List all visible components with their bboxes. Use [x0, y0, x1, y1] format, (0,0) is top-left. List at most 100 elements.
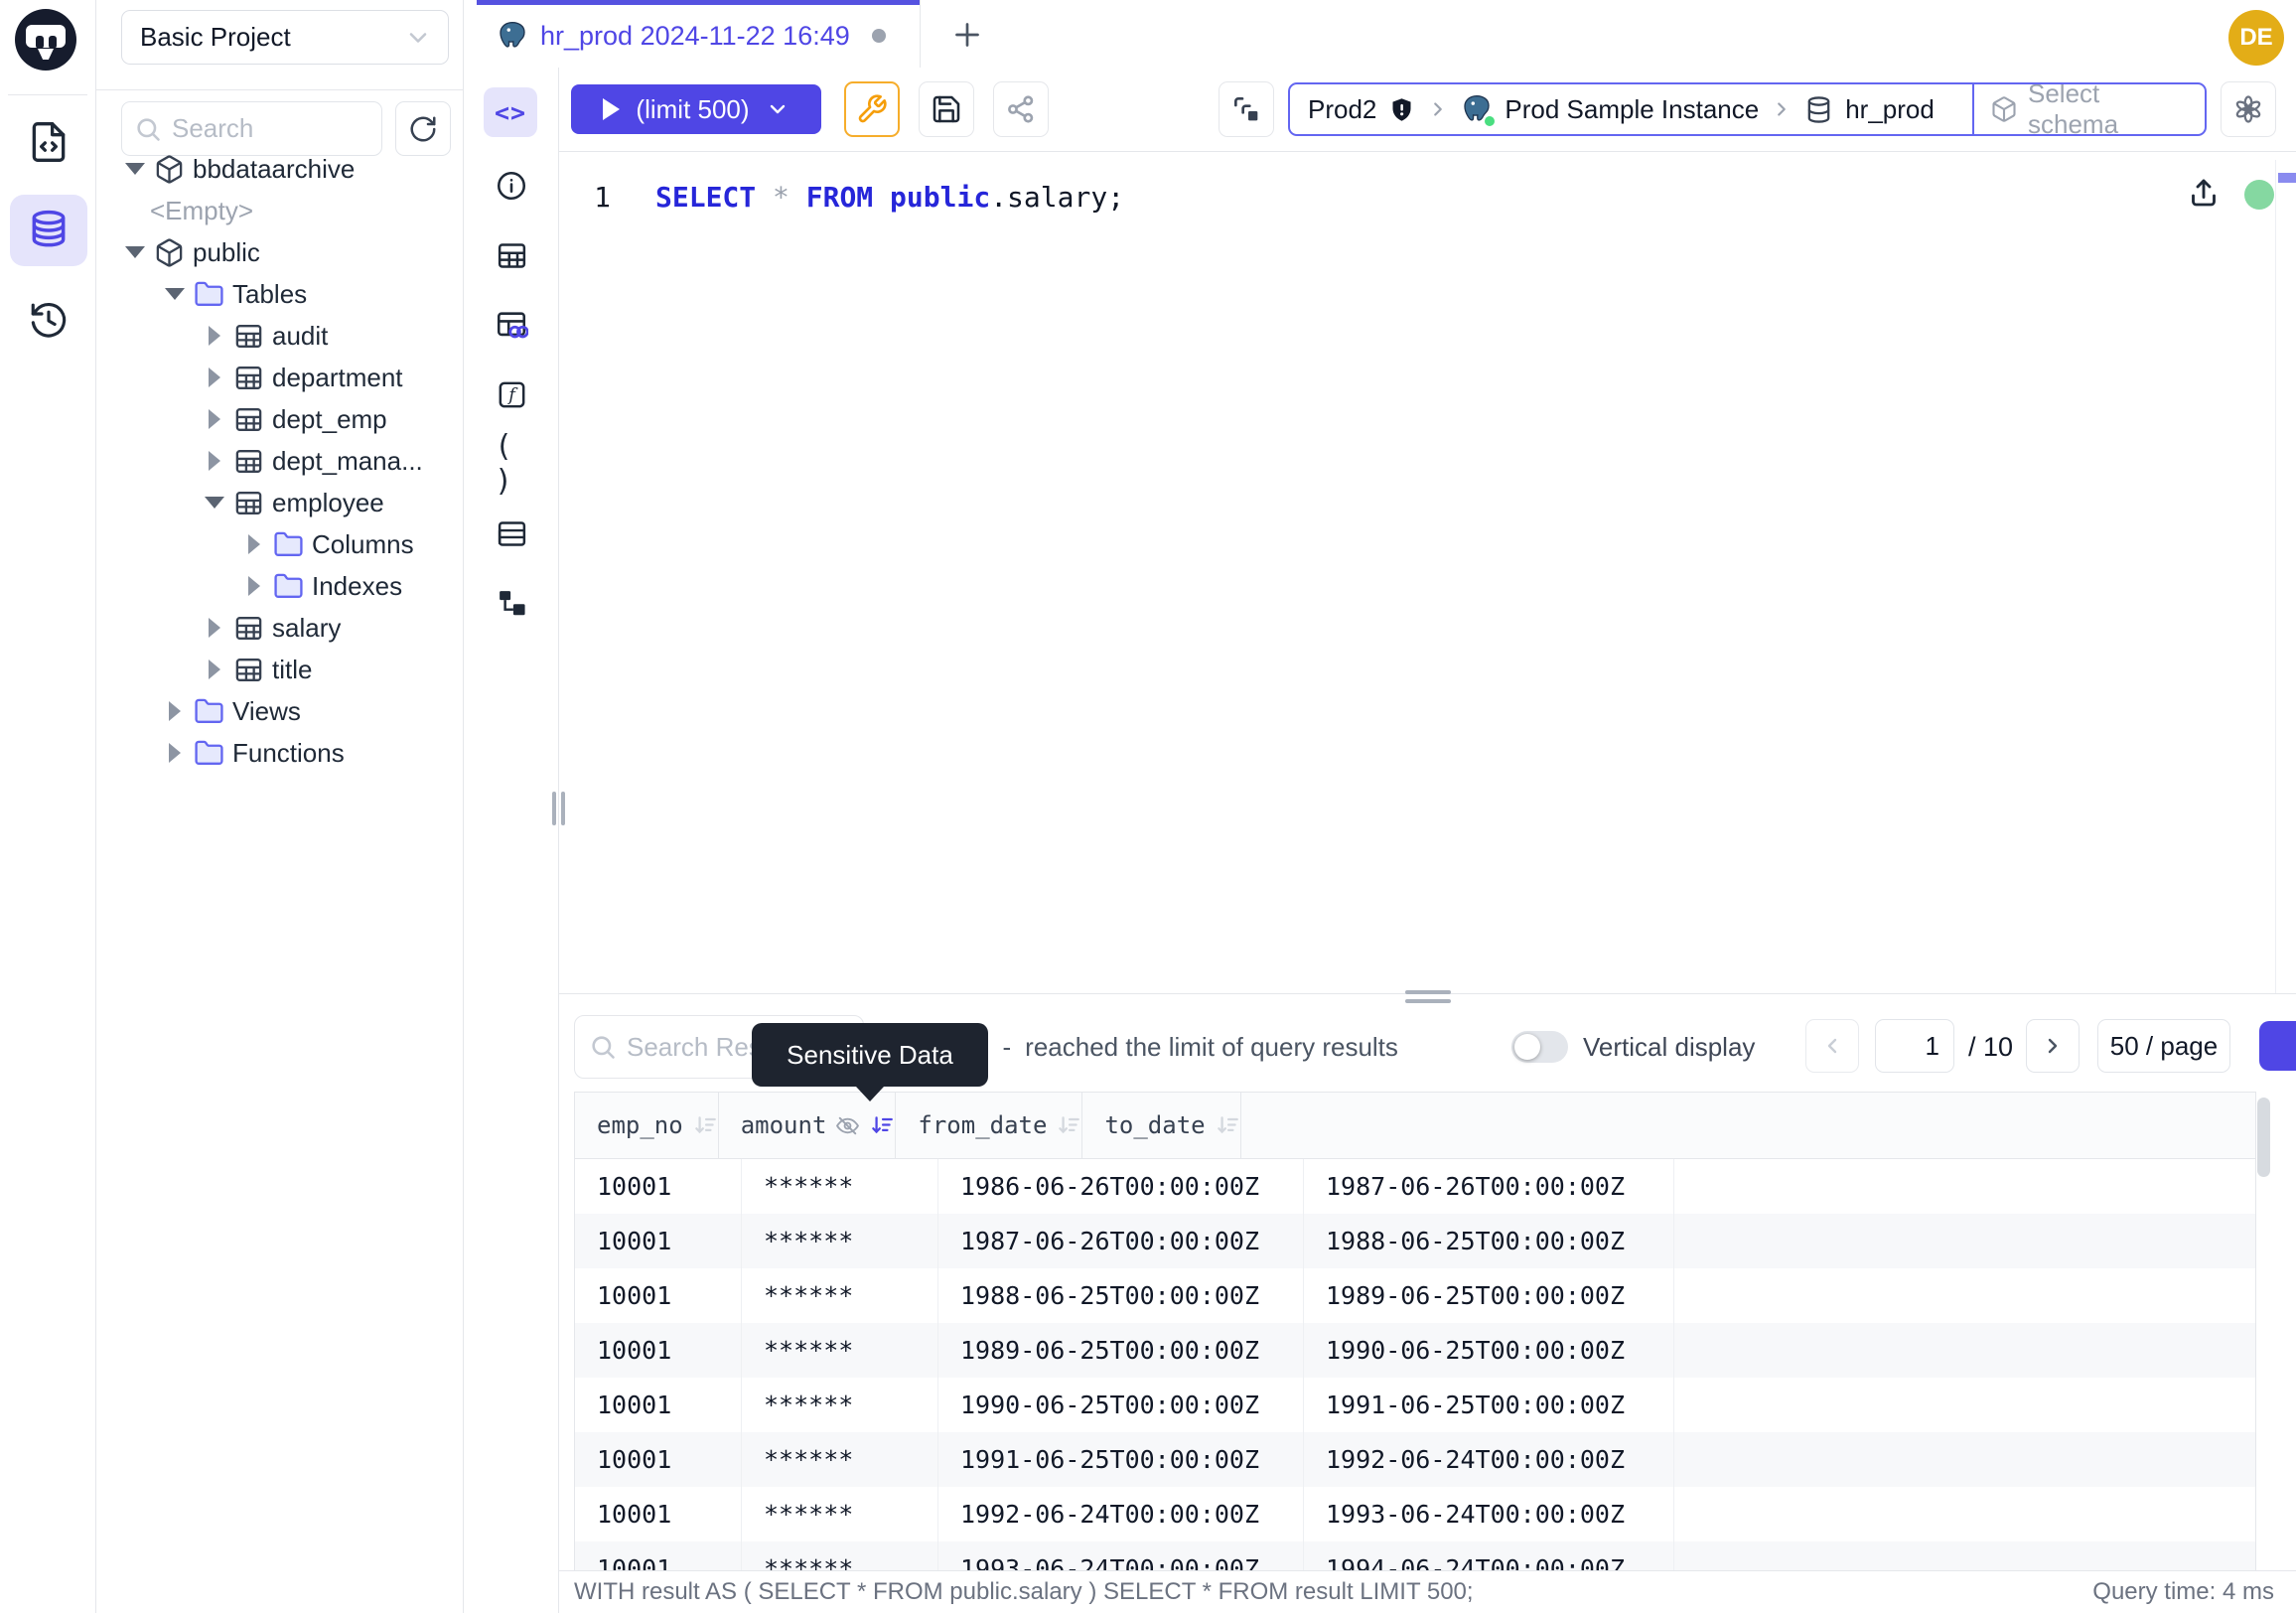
- results-scrollbar-thumb[interactable]: [2257, 1098, 2270, 1177]
- caret-right-icon[interactable]: [200, 363, 229, 392]
- cell-to-date[interactable]: 1989-06-25T00:00:00Z: [1304, 1268, 1674, 1323]
- cell-emp-no[interactable]: 10001: [575, 1378, 742, 1432]
- rail-item-history[interactable]: [10, 285, 87, 357]
- user-avatar[interactable]: DE: [2228, 10, 2284, 66]
- export-sheet-button[interactable]: [2185, 174, 2223, 212]
- tree-item[interactable]: department: [96, 357, 463, 398]
- prev-page-button[interactable]: [1805, 1019, 1859, 1073]
- sidebar-search-input[interactable]: [172, 113, 360, 144]
- tree-item[interactable]: salary: [96, 607, 463, 649]
- cell-amount-masked[interactable]: ******: [742, 1323, 938, 1378]
- cell-amount-masked[interactable]: ******: [742, 1159, 938, 1214]
- caret-down-icon[interactable]: [120, 237, 150, 267]
- ai-assistant-button[interactable]: [2221, 81, 2276, 137]
- cell-from-date[interactable]: 1988-06-25T00:00:00Z: [938, 1268, 1304, 1323]
- table-row[interactable]: 10001 ****** 1992-06-24T00:00:00Z 1993-0…: [575, 1487, 2255, 1541]
- project-select[interactable]: Basic Project: [121, 10, 449, 65]
- column-header[interactable]: from_date: [896, 1093, 1082, 1158]
- export-results-button[interactable]: [2259, 1021, 2296, 1071]
- cell-to-date[interactable]: 1990-06-25T00:00:00Z: [1304, 1323, 1674, 1378]
- data-search-icon[interactable]: [495, 308, 528, 342]
- cell-amount-masked[interactable]: ******: [742, 1487, 938, 1541]
- tree-item[interactable]: dept_mana...: [96, 440, 463, 482]
- sort-icon[interactable]: [1215, 1112, 1240, 1138]
- cell-amount-masked[interactable]: ******: [742, 1268, 938, 1323]
- connection-breadcrumb[interactable]: Prod2 Prod Sample Instance: [1288, 82, 2207, 136]
- caret-right-icon[interactable]: [239, 571, 269, 601]
- parentheses-icon[interactable]: ( ): [495, 447, 528, 481]
- caret-right-icon[interactable]: [200, 321, 229, 351]
- function-icon[interactable]: f: [495, 377, 528, 411]
- caret-right-icon[interactable]: [200, 655, 229, 684]
- info-icon[interactable]: [495, 169, 528, 203]
- table-row[interactable]: 10001 ****** 1990-06-25T00:00:00Z 1991-0…: [575, 1378, 2255, 1432]
- save-button[interactable]: [919, 81, 974, 137]
- tree-item[interactable]: dept_emp: [96, 398, 463, 440]
- sql-editor[interactable]: 1 SELECT * FROM public.salary;: [559, 152, 2296, 994]
- table-row[interactable]: 10001 ****** 1986-06-26T00:00:00Z 1987-0…: [575, 1159, 2255, 1214]
- next-page-button[interactable]: [2026, 1019, 2080, 1073]
- cell-from-date[interactable]: 1991-06-25T00:00:00Z: [938, 1432, 1304, 1487]
- tree-item[interactable]: title: [96, 649, 463, 690]
- code-view-button[interactable]: <>: [484, 87, 537, 137]
- column-header[interactable]: emp_no: [575, 1093, 719, 1158]
- tree-item[interactable]: employee: [96, 482, 463, 523]
- cell-emp-no[interactable]: 10001: [575, 1323, 742, 1378]
- cell-from-date[interactable]: 1993-06-24T00:00:00Z: [938, 1541, 1304, 1570]
- table-grid-icon[interactable]: [495, 516, 528, 550]
- cell-emp-no[interactable]: 10001: [575, 1432, 742, 1487]
- caret-right-icon[interactable]: [200, 446, 229, 476]
- caret-down-icon[interactable]: [120, 154, 150, 184]
- cell-amount-masked[interactable]: ******: [742, 1378, 938, 1432]
- cell-from-date[interactable]: 1989-06-25T00:00:00Z: [938, 1323, 1304, 1378]
- table-row[interactable]: 10001 ****** 1989-06-25T00:00:00Z 1990-0…: [575, 1323, 2255, 1378]
- caret-right-icon[interactable]: [200, 404, 229, 434]
- cell-emp-no[interactable]: 10001: [575, 1159, 742, 1214]
- er-diagram-icon[interactable]: [495, 586, 528, 620]
- caret-down-icon[interactable]: [160, 279, 190, 309]
- tree-item[interactable]: Indexes: [96, 565, 463, 607]
- tree-item[interactable]: audit: [96, 315, 463, 357]
- cell-to-date[interactable]: 1992-06-24T00:00:00Z: [1304, 1432, 1674, 1487]
- cell-emp-no[interactable]: 10001: [575, 1541, 742, 1570]
- connection-context[interactable]: Prod2 Prod Sample Instance: [1290, 84, 1972, 134]
- caret-right-icon[interactable]: [160, 696, 190, 726]
- format-sql-button[interactable]: [844, 81, 900, 137]
- column-header[interactable]: to_date: [1082, 1093, 1240, 1158]
- run-query-button[interactable]: (limit 500): [571, 84, 821, 134]
- panel-resize-handle[interactable]: [559, 985, 2296, 1007]
- tree-item[interactable]: <Empty>: [96, 190, 463, 231]
- page-size-select[interactable]: 50 / page: [2097, 1019, 2230, 1073]
- cell-amount-masked[interactable]: ******: [742, 1541, 938, 1570]
- cell-from-date[interactable]: 1986-06-26T00:00:00Z: [938, 1159, 1304, 1214]
- tree-item[interactable]: Tables: [96, 273, 463, 315]
- column-header[interactable]: amount: [719, 1093, 897, 1158]
- cell-from-date[interactable]: 1990-06-25T00:00:00Z: [938, 1378, 1304, 1432]
- tree-item[interactable]: Views: [96, 690, 463, 732]
- cell-to-date[interactable]: 1987-06-26T00:00:00Z: [1304, 1159, 1674, 1214]
- cell-to-date[interactable]: 1994-06-24T00:00:00Z: [1304, 1541, 1674, 1570]
- cell-from-date[interactable]: 1987-06-26T00:00:00Z: [938, 1214, 1304, 1268]
- sort-icon[interactable]: [1056, 1112, 1081, 1138]
- cell-emp-no[interactable]: 10001: [575, 1268, 742, 1323]
- bytebase-logo[interactable]: [15, 9, 76, 71]
- cell-to-date[interactable]: 1991-06-25T00:00:00Z: [1304, 1378, 1674, 1432]
- caret-right-icon[interactable]: [200, 613, 229, 643]
- sidebar-resize-handle[interactable]: [552, 792, 565, 825]
- cell-to-date[interactable]: 1988-06-25T00:00:00Z: [1304, 1214, 1674, 1268]
- tree-item[interactable]: Functions: [96, 732, 463, 774]
- table-row[interactable]: 10001 ****** 1987-06-26T00:00:00Z 1988-0…: [575, 1214, 2255, 1268]
- tree-item[interactable]: Columns: [96, 523, 463, 565]
- table-row[interactable]: 10001 ****** 1991-06-25T00:00:00Z 1992-0…: [575, 1432, 2255, 1487]
- tree-item[interactable]: public: [96, 231, 463, 273]
- cell-amount-masked[interactable]: ******: [742, 1432, 938, 1487]
- cell-amount-masked[interactable]: ******: [742, 1214, 938, 1268]
- vertical-display-toggle[interactable]: [1511, 1031, 1568, 1063]
- select-schema-button[interactable]: Select schema: [1972, 84, 2205, 134]
- cell-from-date[interactable]: 1992-06-24T00:00:00Z: [938, 1487, 1304, 1541]
- caret-right-icon[interactable]: [160, 738, 190, 768]
- table-detail-icon[interactable]: [495, 238, 528, 272]
- cell-emp-no[interactable]: 10001: [575, 1214, 742, 1268]
- run-options-chevron-icon[interactable]: [766, 97, 789, 121]
- rail-item-worksheets[interactable]: [10, 106, 87, 178]
